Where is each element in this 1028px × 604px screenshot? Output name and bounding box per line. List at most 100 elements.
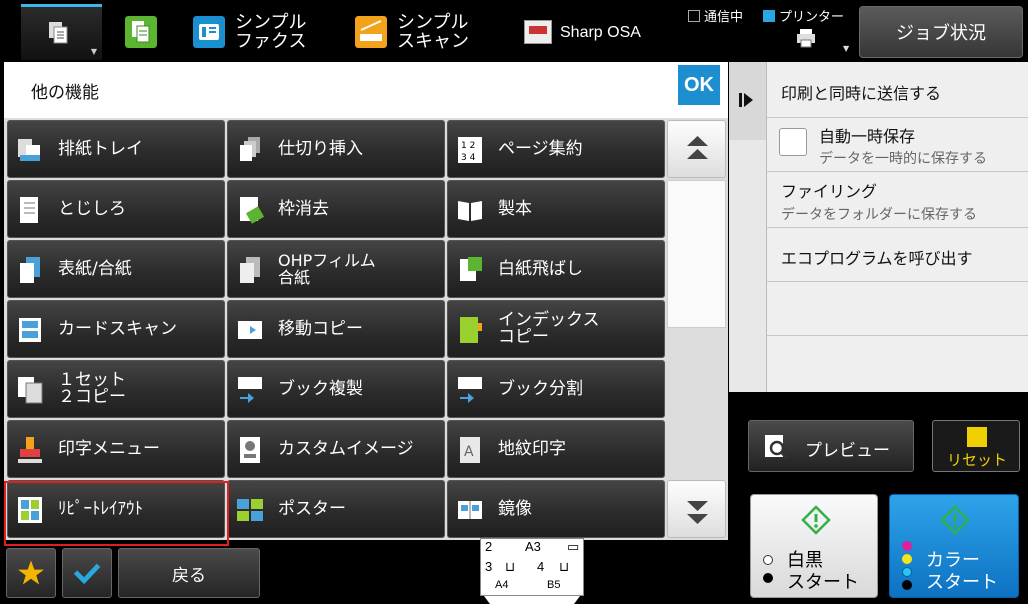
mirror-image-button[interactable]: 鏡像 bbox=[447, 480, 665, 538]
image-shift-icon bbox=[238, 321, 262, 339]
auto-save-item[interactable]: 自動一時保存 データを一時的に保存する bbox=[767, 118, 1028, 172]
action-list: 印刷と同時に送信する 自動一時保存 データを一時的に保存する ファイリング デー… bbox=[766, 62, 1028, 392]
margin-shift-icon bbox=[20, 197, 38, 223]
poster-button[interactable]: ポスター bbox=[227, 480, 445, 538]
simple-scan-shortcut[interactable]: シンプル スキャン bbox=[355, 12, 485, 52]
star-icon bbox=[18, 560, 44, 585]
scroll-top-button[interactable] bbox=[667, 120, 726, 178]
covers-icon bbox=[20, 257, 40, 283]
tray-4-size: B5 bbox=[547, 579, 561, 591]
poster-icon bbox=[237, 499, 263, 521]
output-tray-label: 排紙トレイ bbox=[58, 138, 143, 159]
printer-icon[interactable] bbox=[795, 28, 817, 48]
sharp-osa-label: Sharp OSA bbox=[560, 24, 641, 41]
tray-2-size: A3 bbox=[525, 539, 541, 554]
one-set-two-copy-button[interactable]: １セット ２コピー bbox=[7, 360, 225, 418]
image-shift-label: 移動コピー bbox=[278, 318, 363, 339]
output-tray-button[interactable]: 排紙トレイ bbox=[7, 120, 225, 178]
scroll-bottom-button[interactable] bbox=[667, 480, 726, 538]
svg-text:A: A bbox=[464, 444, 474, 460]
status-printer-indicator bbox=[763, 10, 775, 22]
yellow-dot bbox=[902, 554, 912, 564]
color-start-button[interactable]: カラー スタート bbox=[889, 494, 1019, 598]
erase-button[interactable]: 枠消去 bbox=[227, 180, 445, 238]
bw-start-button[interactable]: 白黒 スタート bbox=[750, 494, 878, 598]
scrollbar-track[interactable] bbox=[667, 180, 726, 328]
repeat-layout-icon bbox=[18, 497, 42, 523]
scan-icon bbox=[355, 16, 387, 48]
book-divide-button[interactable]: ブック分割 bbox=[447, 360, 665, 418]
book-duplicate-button[interactable]: ブック複製 bbox=[227, 360, 445, 418]
image-shift-button[interactable]: 移動コピー bbox=[227, 300, 445, 358]
sharp-osa-icon bbox=[524, 20, 552, 44]
other-functions-panel: 他の機能 OK 排紙トレイ 仕切り挿入 1 23 4 ページ集約 とじしろ 枠消… bbox=[4, 62, 728, 546]
svg-text:1 2: 1 2 bbox=[461, 141, 475, 151]
filing-item[interactable]: ファイリング データをフォルダーに保存する bbox=[767, 172, 1028, 228]
auto-save-description: データを一時的に保存する bbox=[819, 151, 987, 167]
status-comm-label: 通信中 bbox=[704, 10, 744, 25]
simple-scan-label: シンプル スキャン bbox=[397, 12, 469, 52]
blank-page-skip-icon bbox=[460, 257, 482, 281]
panel-header: 他の機能 OK bbox=[4, 62, 728, 118]
function-scroll bbox=[667, 118, 728, 540]
eco-program-item[interactable]: エコプログラムを呼び出す bbox=[767, 228, 1028, 282]
black-dot bbox=[902, 580, 912, 590]
printer-dropdown-icon[interactable]: ▼ bbox=[843, 44, 849, 53]
covers-inserts-label: 表紙/合紙 bbox=[58, 258, 132, 279]
reset-button[interactable]: リセット bbox=[932, 420, 1020, 472]
tab-copy-button[interactable]: インデックス コピー bbox=[447, 300, 665, 358]
n-up-button[interactable]: 1 23 4 ページ集約 bbox=[447, 120, 665, 178]
repeat-layout-button[interactable]: ﾘﾋﾟｰﾄﾚｲｱｳﾄ bbox=[7, 480, 225, 538]
custom-image-button[interactable]: カスタムイメージ bbox=[227, 420, 445, 478]
transparency-inserts-label: OHPフィルム 合紙 bbox=[278, 251, 376, 287]
preview-button[interactable]: プレビュー bbox=[748, 420, 914, 472]
auto-save-checkbox[interactable] bbox=[779, 128, 807, 156]
double-up-arrow-icon bbox=[687, 136, 708, 159]
simple-fax-shortcut[interactable]: シンプル ファクス bbox=[193, 12, 323, 52]
home-tab[interactable]: ▼ bbox=[21, 4, 102, 60]
erase-label: 枠消去 bbox=[278, 198, 329, 219]
dropdown-triangle-icon: ▼ bbox=[90, 47, 97, 56]
double-down-arrow-icon bbox=[687, 501, 708, 524]
empty-action-slot bbox=[767, 336, 1028, 392]
pattern-print-button[interactable]: A 地紋印字 bbox=[447, 420, 665, 478]
magenta-dot bbox=[902, 541, 912, 551]
page-title: 他の機能 bbox=[31, 83, 99, 103]
job-status-button[interactable]: ジョブ状況 bbox=[859, 6, 1023, 58]
reset-icon bbox=[967, 427, 987, 447]
empty-action-slot bbox=[767, 282, 1028, 336]
margin-shift-button[interactable]: とじしろ bbox=[7, 180, 225, 238]
stamp-menu-button[interactable]: 印字メニュー bbox=[7, 420, 225, 478]
poster-label: ポスター bbox=[278, 498, 346, 519]
mirror-image-label: 鏡像 bbox=[498, 498, 532, 519]
checkmark-icon bbox=[73, 563, 101, 585]
card-scan-button[interactable]: カードスキャン bbox=[7, 300, 225, 358]
tray-3-level-icon: ⊔ bbox=[505, 559, 516, 574]
book-icon bbox=[458, 201, 482, 221]
covers-inserts-button[interactable]: 表紙/合紙 bbox=[7, 240, 225, 298]
blank-page-skip-button[interactable]: 白紙飛ばし bbox=[447, 240, 665, 298]
svg-text:3 4: 3 4 bbox=[461, 153, 476, 163]
transparency-icon bbox=[240, 257, 260, 283]
insert-separator-button[interactable]: 仕切り挿入 bbox=[227, 120, 445, 178]
collapse-panel-button[interactable] bbox=[729, 62, 766, 140]
book-copy-button[interactable]: 製本 bbox=[447, 180, 665, 238]
transparency-inserts-button[interactable]: OHPフィルム 合紙 bbox=[227, 240, 445, 298]
check-button[interactable] bbox=[62, 548, 112, 598]
ok-button[interactable]: OK bbox=[678, 65, 720, 105]
sharp-osa-shortcut[interactable]: Sharp OSA bbox=[524, 12, 644, 52]
simple-copy-shortcut[interactable] bbox=[125, 12, 157, 52]
tray-3-size: A4 bbox=[495, 579, 509, 591]
send-while-print-item[interactable]: 印刷と同時に送信する bbox=[767, 62, 1028, 118]
favorite-button[interactable] bbox=[6, 548, 56, 598]
repeat-layout-label: ﾘﾋﾟｰﾄﾚｲｱｳﾄ bbox=[58, 498, 143, 519]
bw-start-label-2: スタート bbox=[787, 572, 859, 593]
output-tray-icon bbox=[18, 139, 40, 161]
tray-base-icon bbox=[484, 596, 580, 604]
tray-4-level-icon: ⊔ bbox=[559, 559, 570, 574]
back-button[interactable]: 戻る bbox=[118, 548, 260, 598]
cyan-dot bbox=[902, 567, 912, 577]
send-while-print-label: 印刷と同時に送信する bbox=[781, 84, 942, 103]
auto-save-label: 自動一時保存 bbox=[819, 127, 916, 146]
collapse-arrow-icon bbox=[739, 93, 753, 107]
